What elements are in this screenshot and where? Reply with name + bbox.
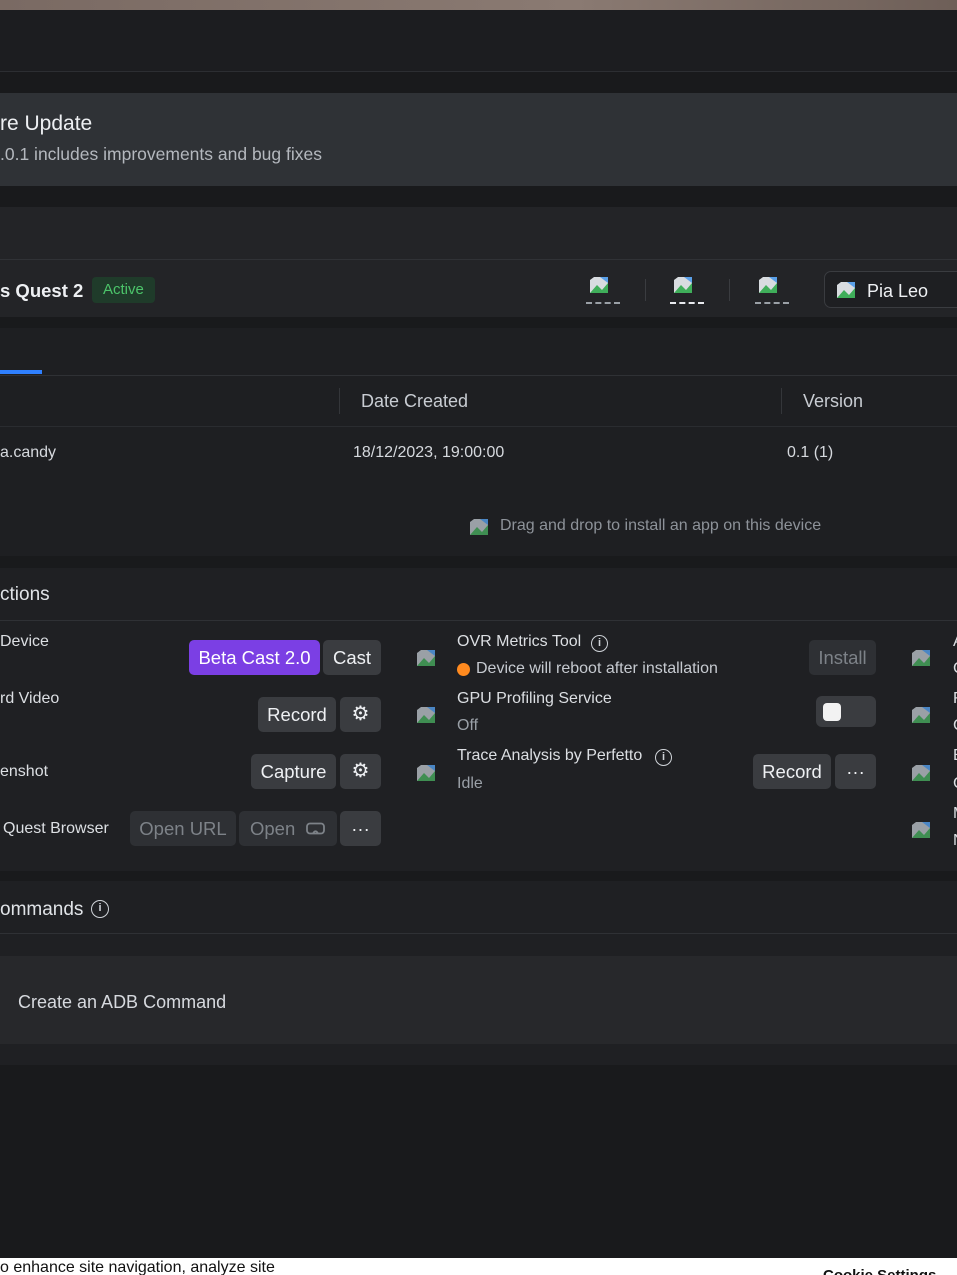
record-label: rd Video <box>0 690 60 707</box>
divider <box>729 279 730 301</box>
column-divider <box>339 388 340 414</box>
record-button[interactable]: Record <box>258 697 336 732</box>
app-version: 0.1 (1) <box>787 444 834 461</box>
app-date: 18/12/2023, 19:00:00 <box>353 444 505 461</box>
install-button[interactable]: Install <box>809 640 876 675</box>
gpu-toggle[interactable] <box>816 696 876 727</box>
divider <box>0 620 957 621</box>
tabs-bar <box>0 328 957 376</box>
open-button[interactable]: Open <box>239 811 337 846</box>
cut-off-text: F <box>953 690 957 708</box>
browser-label: Quest Browser <box>3 820 109 837</box>
cast-label: Device <box>0 633 49 650</box>
divider <box>0 426 957 427</box>
trace-label: Trace Analysis by Perfetto <box>457 747 643 764</box>
cast-button[interactable]: Cast <box>323 640 381 675</box>
app-name[interactable]: a.candy <box>0 444 56 462</box>
image-icon <box>912 707 930 723</box>
record-settings-gear-icon[interactable]: ⚙ <box>340 697 381 732</box>
drop-hint-text: Drag and drop to install an app on this … <box>500 517 822 534</box>
image-icon <box>417 765 435 781</box>
warning-dot-icon <box>457 663 470 676</box>
toolbar-image-icon[interactable] <box>755 275 791 305</box>
device-name: s Quest 2 <box>0 280 84 301</box>
open-url-button[interactable]: Open URL <box>130 811 236 846</box>
image-icon <box>912 765 930 781</box>
image-icon <box>417 650 435 666</box>
column-divider <box>781 388 782 414</box>
screenshot-label: enshot <box>0 763 49 780</box>
cut-off-text: C <box>953 660 957 678</box>
cut-off-text: A <box>953 633 957 651</box>
cut-off-text: C <box>953 775 957 793</box>
user-menu-button[interactable]: Pia Leo <box>824 271 957 308</box>
trace-state: Idle <box>457 775 483 792</box>
cut-off-text: E <box>953 747 957 765</box>
cut-off-text: N <box>953 832 957 850</box>
toolbar-image-icon[interactable] <box>586 275 622 305</box>
ovr-note: Device will reboot after installation <box>476 660 718 677</box>
info-icon[interactable]: i <box>591 635 608 652</box>
trace-record-button[interactable]: Record <box>753 754 831 789</box>
status-badge: Active <box>92 277 155 303</box>
divider <box>0 933 957 934</box>
beta-cast-button[interactable]: Beta Cast 2.0 <box>189 640 320 675</box>
avatar-icon <box>837 282 855 298</box>
gpu-label: GPU Profiling Service <box>457 690 612 707</box>
image-icon <box>417 707 435 723</box>
open-button-label: Open <box>250 818 296 839</box>
image-icon <box>912 822 930 838</box>
column-header-version[interactable]: Version <box>803 391 863 412</box>
capture-button[interactable]: Capture <box>251 754 336 789</box>
info-icon[interactable]: i <box>91 900 109 918</box>
update-banner[interactable]: re Update .0.1 includes improvements and… <box>0 93 957 186</box>
screenshot-settings-gear-icon[interactable]: ⚙ <box>340 754 381 789</box>
cut-off-text: C <box>953 717 957 735</box>
create-command-button[interactable]: Create an ADB Command <box>0 956 957 1044</box>
create-command-label: Create an ADB Command <box>18 992 227 1012</box>
browser-more-button[interactable]: ··· <box>340 811 381 846</box>
trace-more-button[interactable]: ··· <box>835 754 876 789</box>
user-name: Pia Leo <box>867 281 929 301</box>
divider <box>0 259 957 260</box>
cookie-banner: o enhance site navigation, analyze site … <box>0 1258 957 1275</box>
window-top-strip <box>0 0 957 10</box>
top-bar <box>0 10 957 72</box>
update-title: re Update <box>0 112 93 135</box>
image-icon <box>912 650 930 666</box>
update-subtitle: .0.1 includes improvements and bug fixes <box>0 144 322 164</box>
info-icon[interactable]: i <box>655 749 672 766</box>
commands-heading: ommands <box>0 899 84 920</box>
cookie-text: o enhance site navigation, analyze site <box>0 1259 275 1275</box>
column-header-date[interactable]: Date Created <box>361 391 468 412</box>
ovr-label: OVR Metrics Tool <box>457 633 582 650</box>
image-icon <box>470 519 488 535</box>
divider <box>645 279 646 301</box>
headset-icon <box>306 822 325 835</box>
cut-off-text: M <box>953 805 957 823</box>
toolbar-image-icon[interactable] <box>670 275 706 305</box>
cookie-settings-link[interactable]: Cookie Settings <box>823 1267 936 1275</box>
actions-heading: ctions <box>0 584 50 605</box>
gpu-state: Off <box>457 717 479 734</box>
tab-active-indicator[interactable] <box>0 370 42 374</box>
